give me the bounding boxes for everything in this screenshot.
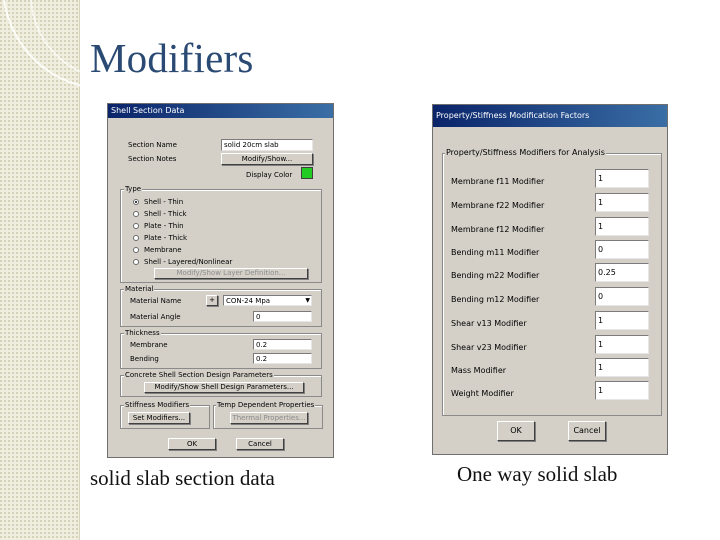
design-parameters-button[interactable]: Modify/Show Shell Design Parameters... (144, 382, 304, 393)
caption-left: solid slab section data (90, 466, 275, 490)
thermal-properties-button[interactable]: Thermal Properties... (230, 412, 308, 424)
modifier-label: Bending m11 Modifier (451, 248, 540, 257)
material-select[interactable]: CON-24 Mpa ▼ (223, 295, 312, 306)
radio-shell-thick[interactable] (133, 211, 139, 217)
cancel-button[interactable]: Cancel (236, 438, 284, 450)
membrane-f12-input[interactable]: 1 (595, 217, 649, 236)
membrane-thickness-input[interactable]: 0.2 (253, 339, 312, 350)
ok-button[interactable]: OK (497, 421, 535, 441)
modifier-label: Mass Modifier (451, 366, 507, 375)
chevron-down-icon: ▼ (305, 297, 310, 304)
concrete-design-group-label: Concrete Shell Section Design Parameters (124, 371, 274, 379)
membrane-f11-input[interactable]: 1 (595, 169, 649, 188)
ok-button[interactable]: OK (168, 438, 216, 450)
modifier-label: Weight Modifier (451, 389, 514, 398)
dialog-title-bar: Shell Section Data (108, 104, 333, 118)
material-group-label: Material (124, 285, 155, 293)
slide-title: Modifiers (90, 35, 254, 81)
modifier-label: Shear v23 Modifier (451, 343, 527, 352)
radio-shell-layered[interactable] (133, 259, 139, 265)
stiffness-modifiers-group-label: Stiffness Modifiers (124, 401, 191, 409)
stiffness-modification-factors-dialog: Property/Stiffness Modification Factors … (432, 104, 668, 455)
radio-label: Plate - Thin (144, 222, 184, 230)
radio-label: Shell - Thin (144, 198, 184, 206)
radio-plate-thin[interactable] (133, 223, 139, 229)
modifier-label: Membrane f12 Modifier (451, 225, 545, 234)
shell-section-data-dialog: Shell Section Data Section Name solid 20… (107, 103, 334, 458)
bending-thickness-input[interactable]: 0.2 (253, 353, 312, 364)
material-select-value: CON-24 Mpa (226, 297, 271, 305)
mass-modifier-input[interactable]: 1 (595, 358, 649, 377)
caption-right: One way solid slab (457, 462, 618, 486)
modifier-label: Bending m22 Modifier (451, 271, 540, 280)
section-name-input[interactable]: solid 20cm slab (221, 139, 313, 151)
material-name-label: Material Name (130, 297, 182, 305)
modifier-label: Shear v13 Modifier (451, 319, 527, 328)
material-angle-label: Material Angle (130, 313, 181, 321)
bending-thickness-label: Bending (130, 355, 159, 363)
radio-membrane[interactable] (133, 247, 139, 253)
membrane-f22-input[interactable]: 1 (595, 193, 649, 212)
radio-label: Shell - Layered/Nonlinear (144, 258, 233, 266)
shear-v23-input[interactable]: 1 (595, 335, 649, 354)
radio-label: Shell - Thick (144, 210, 187, 218)
type-group-label: Type (124, 185, 143, 193)
material-add-button[interactable]: + (206, 295, 218, 306)
modifier-label: Membrane f22 Modifier (451, 201, 545, 210)
bending-m11-input[interactable]: 0 (595, 240, 649, 259)
radio-label: Plate - Thick (144, 234, 188, 242)
section-name-label: Section Name (128, 141, 177, 149)
membrane-thickness-label: Membrane (130, 341, 168, 349)
modify-show-notes-button[interactable]: Modify/Show... (221, 153, 313, 165)
radio-plate-thick[interactable] (133, 235, 139, 241)
display-color-swatch[interactable] (301, 167, 313, 179)
bending-m12-input[interactable]: 0 (595, 287, 649, 306)
radio-label: Membrane (144, 246, 182, 254)
modifiers-group-label: Property/Stiffness Modifiers for Analysi… (445, 148, 606, 157)
weight-modifier-input[interactable]: 1 (595, 381, 649, 400)
display-color-label: Display Color (246, 171, 293, 179)
decorative-side-strip (0, 0, 212, 540)
thickness-group-label: Thickness (124, 329, 161, 337)
section-notes-label: Section Notes (128, 155, 177, 163)
set-modifiers-button[interactable]: Set Modifiers... (128, 412, 190, 424)
shear-v13-input[interactable]: 1 (595, 311, 649, 330)
dialog-title-bar: Property/Stiffness Modification Factors (433, 105, 667, 127)
radio-shell-thin[interactable] (133, 199, 139, 205)
modifier-label: Membrane f11 Modifier (451, 177, 545, 186)
modifier-label: Bending m12 Modifier (451, 295, 540, 304)
material-angle-input[interactable]: 0 (253, 311, 312, 322)
cancel-button[interactable]: Cancel (568, 421, 606, 441)
modify-layer-definition-button[interactable]: Modify/Show Layer Definition... (154, 268, 308, 279)
temp-dependent-group-label: Temp Dependent Properties (216, 401, 316, 409)
bending-m22-input[interactable]: 0.25 (595, 263, 649, 282)
